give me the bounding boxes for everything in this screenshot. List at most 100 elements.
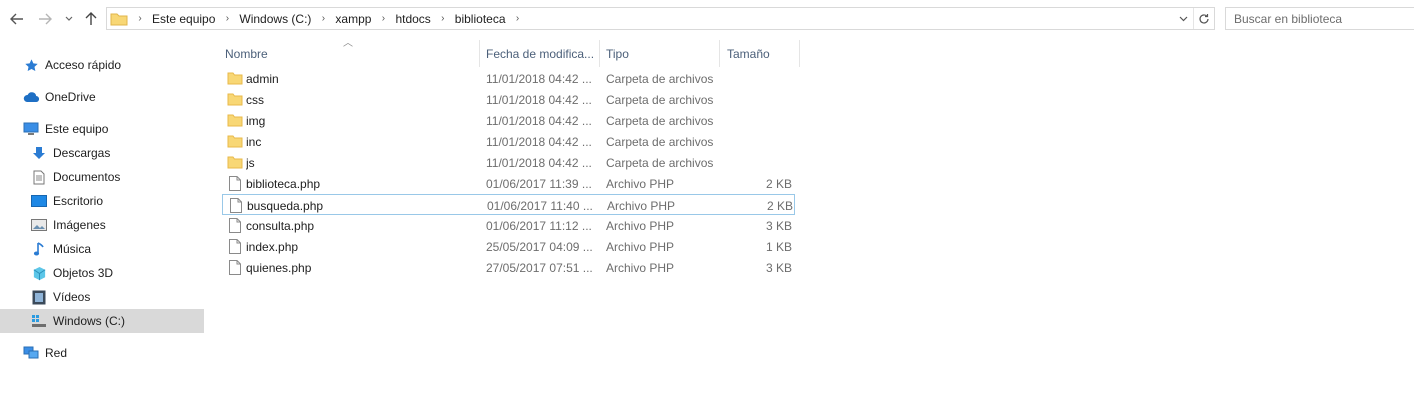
file-size bbox=[722, 110, 792, 131]
file-name: biblioteca.php bbox=[246, 176, 321, 191]
breadcrumb-biblioteca[interactable]: biblioteca bbox=[451, 12, 510, 26]
file-date: 11/01/2018 04:42 ... bbox=[486, 134, 592, 149]
chevron-right-icon[interactable]: › bbox=[375, 13, 391, 24]
address-bar[interactable]: › Este equipo › Windows (C:) › xampp › h… bbox=[106, 7, 1215, 30]
nav-item-objetos-3d[interactable]: Objetos 3D bbox=[0, 261, 204, 285]
breadcrumb-htdocs[interactable]: htdocs bbox=[391, 12, 434, 26]
file-date: 11/01/2018 04:42 ... bbox=[486, 113, 592, 128]
column-header-size[interactable]: Tamaño bbox=[720, 40, 800, 67]
folder-icon bbox=[227, 131, 243, 152]
file-size bbox=[722, 131, 792, 152]
column-header-date[interactable]: Fecha de modifica... bbox=[480, 40, 600, 67]
nav-item-escritorio[interactable]: Escritorio bbox=[0, 189, 204, 213]
forward-button[interactable] bbox=[34, 9, 56, 29]
nav-item-acceso-rapido[interactable]: Acceso rápido bbox=[0, 53, 204, 77]
file-type: Carpeta de archivos bbox=[606, 92, 714, 107]
file-size: 2 KB bbox=[765, 176, 792, 191]
file-name: inc bbox=[246, 134, 262, 149]
nav-item-documentos[interactable]: Documentos bbox=[0, 165, 204, 189]
chevron-down-icon bbox=[1179, 16, 1187, 21]
file-row-busqueda-php[interactable]: busqueda.php 01/06/2017 11:40 ... Archiv… bbox=[222, 194, 795, 215]
network-icon bbox=[23, 345, 39, 361]
up-button[interactable] bbox=[80, 9, 102, 29]
nav-item-label: Documentos bbox=[53, 170, 121, 184]
chevron-right-icon[interactable]: › bbox=[132, 13, 148, 24]
file-row-biblioteca-php[interactable]: biblioteca.php 01/06/2017 11:39 ... Arch… bbox=[222, 173, 795, 194]
nav-item-red[interactable]: Red bbox=[0, 341, 204, 365]
file-type: Archivo PHP bbox=[606, 239, 675, 254]
nav-item-windows-c[interactable]: Windows (C:) bbox=[0, 309, 204, 333]
nav-item-label: Música bbox=[53, 242, 92, 256]
chevron-down-icon bbox=[65, 16, 73, 21]
breadcrumb-windows-c[interactable]: Windows (C:) bbox=[235, 12, 315, 26]
file-size bbox=[722, 68, 792, 89]
file-row-consulta-php[interactable]: consulta.php 01/06/2017 11:12 ... Archiv… bbox=[222, 215, 795, 236]
address-history-button[interactable] bbox=[1174, 8, 1192, 29]
file-row-index-php[interactable]: index.php 25/05/2017 04:09 ... Archivo P… bbox=[222, 236, 795, 257]
arrow-left-icon bbox=[10, 13, 23, 25]
breadcrumb-este-equipo[interactable]: Este equipo bbox=[148, 12, 219, 26]
column-header-name[interactable]: Nombre bbox=[218, 40, 480, 67]
file-date: 11/01/2018 04:42 ... bbox=[486, 155, 592, 170]
file-icon bbox=[227, 215, 243, 236]
refresh-icon bbox=[1198, 13, 1209, 24]
nav-item-label: Objetos 3D bbox=[53, 266, 114, 280]
computer-icon bbox=[23, 121, 39, 137]
nav-item-videos[interactable]: Vídeos bbox=[0, 285, 204, 309]
file-date: 01/06/2017 11:39 ... bbox=[486, 176, 592, 191]
file-size: 2 KB bbox=[766, 198, 793, 213]
refresh-button[interactable] bbox=[1193, 8, 1213, 29]
file-date: 11/01/2018 04:42 ... bbox=[486, 92, 592, 107]
file-row-js[interactable]: js 11/01/2018 04:42 ... Carpeta de archi… bbox=[222, 152, 795, 173]
pictures-icon bbox=[31, 217, 47, 233]
nav-item-label: Imágenes bbox=[53, 218, 106, 232]
file-type: Carpeta de archivos bbox=[606, 113, 714, 128]
file-type: Archivo PHP bbox=[606, 176, 675, 191]
file-name: busqueda.php bbox=[247, 198, 324, 213]
file-size bbox=[722, 89, 792, 110]
file-row-css[interactable]: css 11/01/2018 04:42 ... Carpeta de arch… bbox=[222, 89, 795, 110]
file-row-admin[interactable]: admin 11/01/2018 04:42 ... Carpeta de ar… bbox=[222, 68, 795, 89]
search-input[interactable] bbox=[1226, 8, 1414, 29]
chevron-right-icon[interactable]: › bbox=[219, 13, 235, 24]
file-type: Carpeta de archivos bbox=[606, 155, 714, 170]
file-row-inc[interactable]: inc 11/01/2018 04:42 ... Carpeta de arch… bbox=[222, 131, 795, 152]
file-row-img[interactable]: img 11/01/2018 04:42 ... Carpeta de arch… bbox=[222, 110, 795, 131]
cube-icon bbox=[31, 265, 47, 281]
back-button[interactable] bbox=[6, 9, 28, 29]
navigation-pane: Acceso rápido OneDrive Este equipo Desca… bbox=[0, 36, 205, 409]
column-header-type[interactable]: Tipo bbox=[600, 40, 720, 67]
breadcrumb: › Este equipo › Windows (C:) › xampp › h… bbox=[132, 8, 526, 29]
arrow-up-icon bbox=[85, 12, 97, 25]
nav-item-label: Escritorio bbox=[53, 194, 104, 208]
desktop-icon bbox=[31, 193, 47, 209]
file-type: Carpeta de archivos bbox=[606, 134, 714, 149]
file-date: 11/01/2018 04:42 ... bbox=[486, 71, 592, 86]
nav-item-label: Este equipo bbox=[45, 122, 109, 136]
recent-locations-button[interactable] bbox=[61, 9, 77, 29]
folder-icon bbox=[110, 12, 128, 26]
file-row-quienes-php[interactable]: quienes.php 27/05/2017 07:51 ... Archivo… bbox=[222, 257, 795, 278]
file-date: 27/05/2017 07:51 ... bbox=[486, 260, 593, 275]
file-size bbox=[722, 152, 792, 173]
nav-item-label: Descargas bbox=[53, 146, 111, 160]
file-type: Archivo PHP bbox=[606, 218, 675, 233]
chevron-right-icon[interactable]: › bbox=[435, 13, 451, 24]
nav-item-este-equipo[interactable]: Este equipo bbox=[0, 117, 204, 141]
star-icon bbox=[23, 57, 39, 73]
breadcrumb-xampp[interactable]: xampp bbox=[331, 12, 375, 26]
folder-icon bbox=[227, 68, 243, 89]
nav-item-descargas[interactable]: Descargas bbox=[0, 141, 204, 165]
nav-item-imagenes[interactable]: Imágenes bbox=[0, 213, 204, 237]
chevron-right-icon[interactable]: › bbox=[315, 13, 331, 24]
nav-item-onedrive[interactable]: OneDrive bbox=[0, 85, 204, 109]
column-header-label: Tipo bbox=[606, 46, 629, 61]
search-box[interactable] bbox=[1225, 7, 1414, 30]
arrow-right-icon bbox=[39, 13, 52, 25]
file-type: Carpeta de archivos bbox=[606, 71, 714, 86]
nav-item-musica[interactable]: Música bbox=[0, 237, 204, 261]
file-name: quienes.php bbox=[246, 260, 312, 275]
drive-icon bbox=[31, 313, 47, 329]
file-name: css bbox=[246, 92, 264, 107]
chevron-right-icon[interactable]: › bbox=[510, 13, 526, 24]
